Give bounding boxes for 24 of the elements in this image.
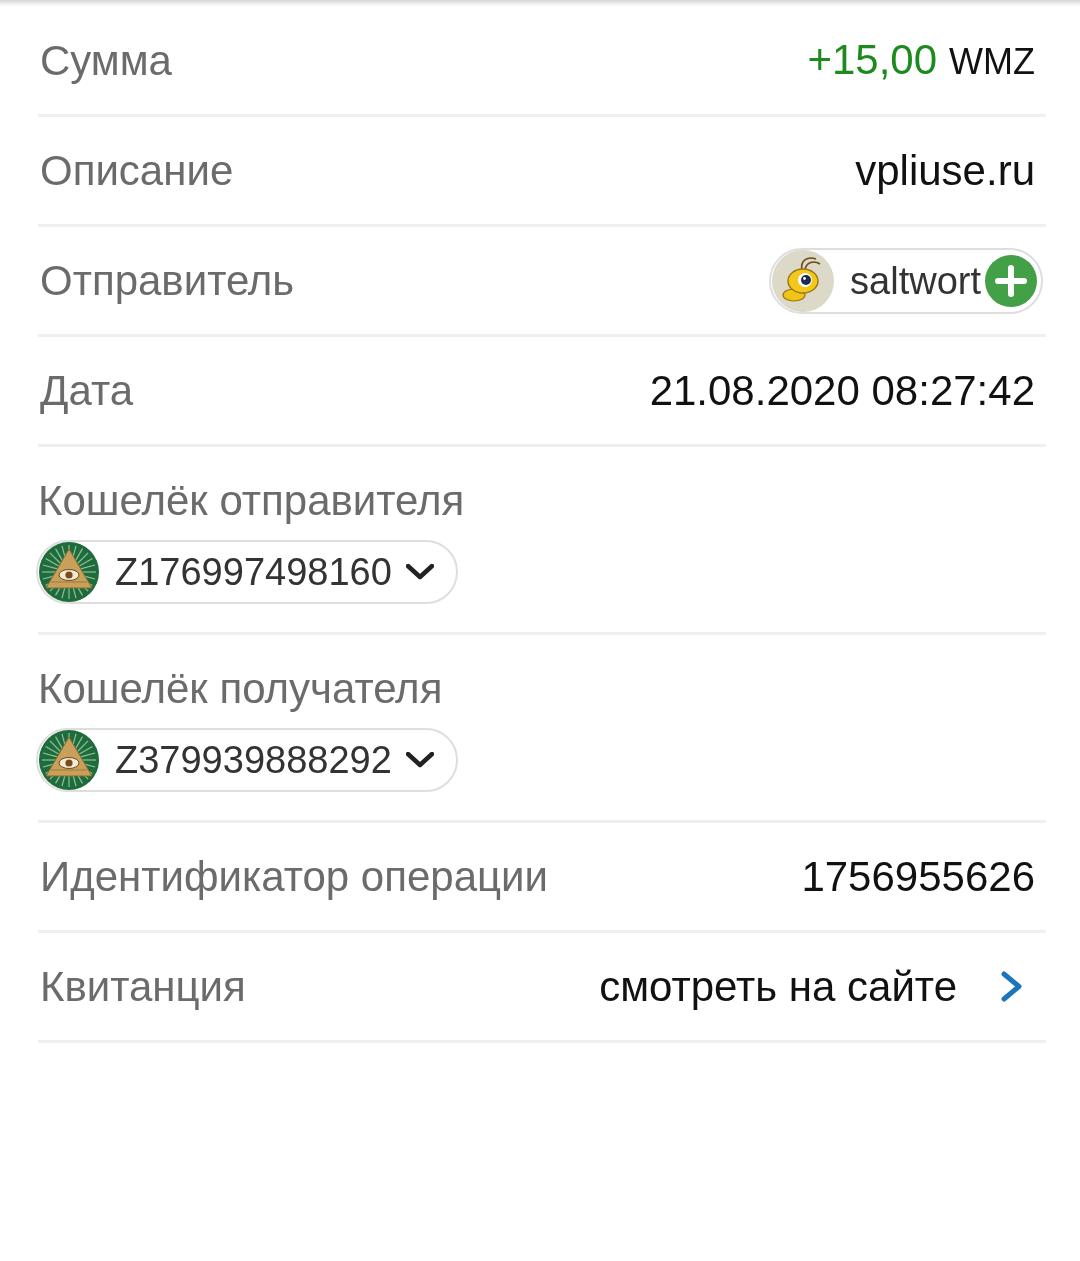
row-value: 21.08.2020 08:27:42 xyxy=(649,365,1035,416)
row-label: Кошелёк получателя xyxy=(38,665,443,712)
pyramid-eye-icon xyxy=(39,730,99,790)
plus-icon xyxy=(985,254,1037,307)
row-label: Идентификатор операции xyxy=(40,851,548,902)
chevron-down-icon xyxy=(405,752,434,768)
row-label: Сумма xyxy=(40,35,172,86)
chevron-right-icon xyxy=(1001,971,1022,1002)
row-label: Дата xyxy=(40,365,133,416)
row-value: vpliuse.ru xyxy=(855,145,1035,196)
receipt-link[interactable]: смотреть на сайте xyxy=(599,961,957,1012)
chevron-down-icon xyxy=(405,564,434,580)
wallet-dropdown[interactable]: Z379939888292 xyxy=(36,728,458,792)
row-label: Описание xyxy=(40,145,234,196)
row-value: 1756955626 xyxy=(801,851,1035,902)
bee-avatar-icon xyxy=(772,249,835,312)
amount-value: +15,00 xyxy=(807,34,938,85)
row-label: Кошелёк отправителя xyxy=(38,477,465,524)
contact-chip[interactable]: saltwort xyxy=(769,247,1043,314)
wallet-dropdown[interactable]: Z176997498160 xyxy=(36,540,458,604)
row-label: Квитанция xyxy=(40,961,246,1012)
pyramid-eye-icon xyxy=(39,542,99,602)
row-label: Отправитель xyxy=(40,255,295,306)
currency-label: WMZ xyxy=(949,39,1035,84)
